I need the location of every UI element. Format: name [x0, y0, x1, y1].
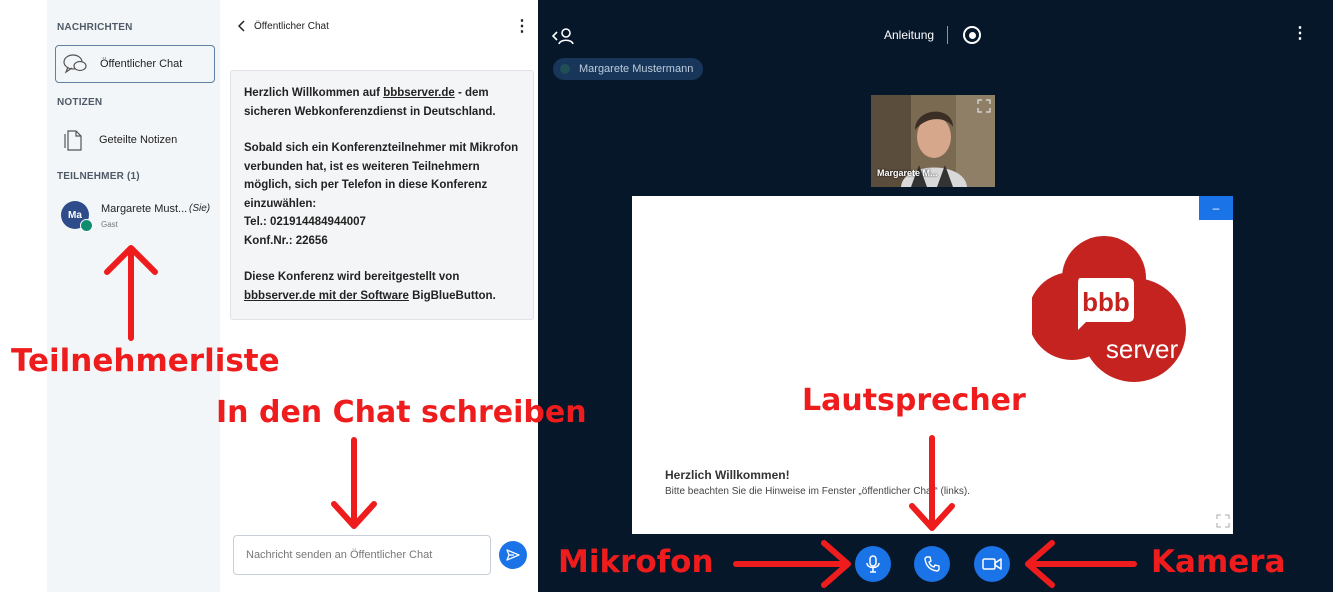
camera-button[interactable] — [974, 546, 1010, 582]
send-button[interactable] — [499, 541, 527, 569]
phone-number: Tel.: 021914484944007 — [244, 216, 366, 228]
chevron-left-icon[interactable] — [238, 20, 246, 32]
messages-section-title: NACHRICHTEN — [57, 22, 133, 33]
record-icon[interactable] — [963, 26, 981, 44]
fullscreen-icon[interactable] — [1216, 514, 1230, 528]
sidebar-item-label: Geteilte Notizen — [99, 134, 178, 146]
webcam-label: Margarete M... — [877, 168, 938, 178]
bbb-logo: bbb server — [1032, 236, 1186, 382]
sidebar-panel: NACHRICHTEN Öffentlicher Chat NOTIZEN Ge… — [47, 0, 220, 592]
participants-section-title: TEILNEHMER (1) — [57, 171, 140, 182]
notes-section-title: NOTIZEN — [57, 97, 103, 108]
talker-name: Margarete Mustermann — [579, 63, 694, 75]
chat-bubble-icon — [63, 54, 87, 74]
sidebar-item-shared-notes[interactable]: Geteilte Notizen — [55, 121, 215, 159]
logo-text-bottom: server — [1106, 334, 1179, 364]
chat-message-input[interactable]: Nachricht senden an Öffentlicher Chat — [233, 535, 491, 575]
conference-number: Konf.Nr.: 22656 — [244, 234, 328, 247]
minimize-presentation-button[interactable]: – — [1199, 196, 1233, 220]
microphone-icon — [866, 555, 880, 573]
conference-area: Anleitung ⋮ Margarete Mustermann Margare… — [538, 0, 1333, 592]
presentation-slide[interactable]: – bbb server Herzlich Willkommen! Bitte … — [632, 196, 1233, 534]
title-divider — [947, 26, 948, 44]
chat-options-icon[interactable]: ⋮ — [514, 19, 530, 35]
camera-icon — [982, 558, 1002, 570]
chat-input-placeholder: Nachricht senden an Öffentlicher Chat — [246, 549, 433, 561]
sidebar-item-label: Öffentlicher Chat — [100, 58, 183, 70]
chat-title: Öffentlicher Chat — [254, 20, 329, 32]
provider-text: Diese Konferenz wird bereitgestellt von — [244, 271, 460, 283]
annotation-chat-label: In den Chat schreiben — [216, 395, 587, 430]
document-icon — [64, 130, 82, 151]
provider-link[interactable]: bbbserver.de mit der Software — [244, 290, 409, 302]
talker-indicator: Margarete Mustermann — [553, 58, 704, 80]
welcome-text: Herzlich Willkommen auf — [244, 87, 384, 99]
chat-header[interactable]: Öffentlicher Chat — [238, 20, 329, 32]
participant-you-tag: (Sie) — [189, 203, 211, 214]
fullscreen-icon[interactable] — [977, 99, 991, 113]
webcam-video[interactable]: Margarete M... — [871, 95, 995, 187]
phone-icon — [924, 556, 940, 572]
slide-subtitle: Bitte beachten Sie die Hinweise im Fenst… — [665, 486, 970, 497]
participant-list-item[interactable]: Ma Margarete Must... (Sie) Gast — [61, 201, 221, 237]
sidebar-item-public-chat[interactable]: Öffentlicher Chat — [55, 45, 215, 83]
audio-phone-button[interactable] — [914, 546, 950, 582]
welcome-message: Herzlich Willkommen auf bbbserver.de - d… — [230, 70, 534, 320]
welcome-link[interactable]: bbbserver.de — [383, 87, 455, 99]
provider-text: BigBlueButton. — [408, 289, 496, 302]
conference-title: Anleitung — [884, 28, 935, 42]
send-icon — [506, 549, 520, 561]
guest-badge-icon — [80, 219, 93, 232]
annotation-microphone-label: Mikrofon — [558, 544, 714, 580]
dial-in-text: Sobald sich ein Konferenzteilnehmer mit … — [244, 142, 519, 210]
logo-text-top: bbb — [1082, 287, 1130, 317]
toggle-userlist-icon[interactable] — [552, 27, 574, 45]
conference-options-icon[interactable]: ⋮ — [1292, 26, 1308, 42]
chat-panel: Öffentlicher Chat ⋮ Herzlich Willkommen … — [220, 0, 538, 592]
participant-name: Margarete Must... — [101, 203, 188, 215]
microphone-button[interactable] — [855, 546, 891, 582]
annotation-participants-label: Teilnehmerliste — [11, 343, 280, 379]
annotation-speaker-label: Lautsprecher — [802, 383, 1026, 418]
slide-title: Herzlich Willkommen! — [665, 468, 790, 482]
participant-role: Gast — [101, 220, 118, 229]
talker-dot-icon — [560, 64, 570, 74]
annotation-camera-label: Kamera — [1151, 544, 1286, 580]
